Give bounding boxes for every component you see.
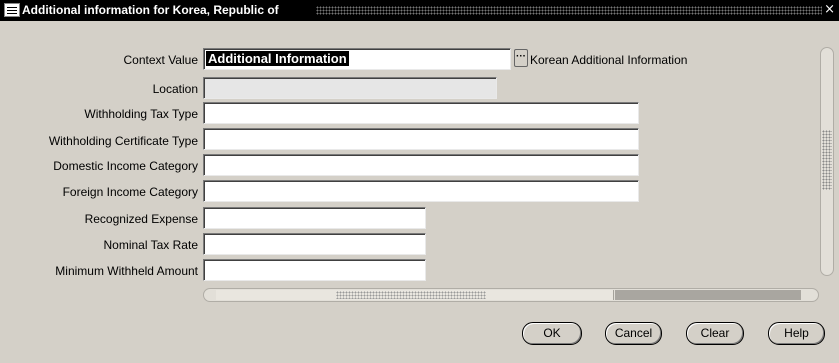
nominal-tax-rate-label: Nominal Tax Rate xyxy=(103,238,199,252)
close-icon[interactable]: × xyxy=(824,2,835,18)
context-description: Korean Additional Information xyxy=(530,53,688,67)
withholding-certificate-type-field[interactable] xyxy=(203,128,639,150)
vertical-scrollbar[interactable] xyxy=(820,47,834,276)
list-of-values-button[interactable]: ··· xyxy=(514,49,528,67)
nominal-tax-rate-field[interactable] xyxy=(203,233,426,255)
window-title: Additional information for Korea, Republ… xyxy=(22,3,279,17)
context-value-label: Context Value xyxy=(123,53,199,67)
horizontal-scrollbar[interactable] xyxy=(203,288,819,302)
minimum-withheld-amount-field[interactable] xyxy=(203,259,426,281)
context-value-field[interactable]: Additional Information xyxy=(203,48,511,70)
location-label: Location xyxy=(152,82,198,96)
form-panel: Context Value Additional Information ···… xyxy=(0,21,839,363)
ok-button[interactable]: OK xyxy=(522,322,582,345)
cancel-button[interactable]: Cancel xyxy=(605,322,662,345)
vertical-scroll-thumb[interactable] xyxy=(822,130,832,190)
minimum-withheld-amount-label: Minimum Withheld Amount xyxy=(55,264,198,278)
domestic-income-category-field[interactable] xyxy=(203,154,639,176)
clear-button[interactable]: Clear xyxy=(686,322,744,345)
window-titlebar: Additional information for Korea, Republ… xyxy=(0,0,839,21)
foreign-income-category-field[interactable] xyxy=(203,180,639,202)
domestic-income-category-label: Domestic Income Category xyxy=(53,159,198,173)
context-value-text: Additional Information xyxy=(206,51,349,66)
oracle-forms-icon xyxy=(4,3,20,17)
withholding-tax-type-label: Withholding Tax Type xyxy=(84,107,198,121)
withholding-certificate-type-label: Withholding Certificate Type xyxy=(48,134,198,148)
recognized-expense-label: Recognized Expense xyxy=(84,212,198,226)
withholding-tax-type-field[interactable] xyxy=(203,102,639,124)
help-button[interactable]: Help xyxy=(768,322,825,345)
foreign-income-category-label: Foreign Income Category xyxy=(62,185,198,199)
titlebar-grip xyxy=(316,6,822,15)
horizontal-scroll-thumb[interactable] xyxy=(216,290,614,300)
scroll-grip xyxy=(336,291,486,299)
horizontal-scroll-track[interactable] xyxy=(615,290,801,300)
location-field xyxy=(203,77,497,99)
recognized-expense-field[interactable] xyxy=(203,207,426,229)
